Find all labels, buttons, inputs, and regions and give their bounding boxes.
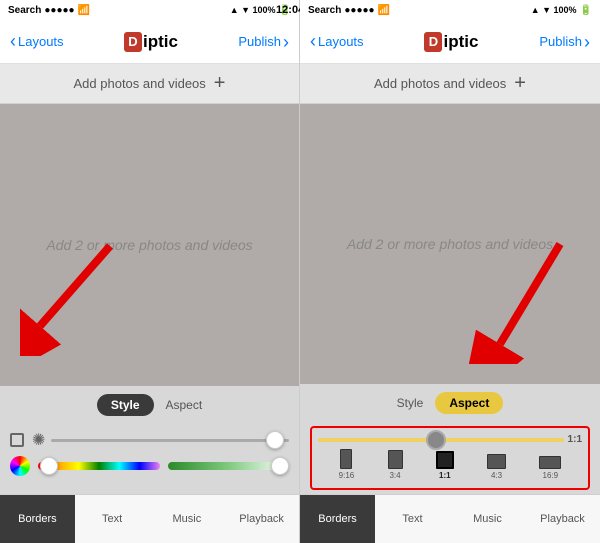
left-border-thickness-icon (10, 433, 24, 447)
left-tab-text[interactable]: Text (75, 495, 150, 543)
left-style-aspect-bar: Style Aspect (0, 386, 299, 424)
right-tab-text[interactable]: Text (375, 495, 450, 543)
right-nav-title: D iptic (424, 32, 478, 52)
left-nav-bar: ‹ Layouts D iptic Publish › (0, 20, 299, 64)
left-saturation-thumb[interactable] (271, 457, 289, 475)
right-aspect-169[interactable]: 16:9 (539, 456, 561, 480)
right-signal: ●●●●● (344, 5, 374, 16)
left-color-wheel-icon[interactable] (10, 456, 30, 476)
left-wifi: 📶 (78, 5, 90, 16)
left-add-photos-text: Add photos and videos (74, 76, 206, 91)
left-diptic-name: iptic (143, 32, 178, 52)
right-aspect-highlight-box: 1:1 9:16 3:4 1:1 (310, 426, 590, 490)
left-red-arrow (20, 236, 140, 356)
right-controls-area: 1:1 9:16 3:4 1:1 (300, 422, 600, 494)
left-canvas-placeholder: Add 2 or more photos and videos (46, 237, 252, 253)
right-aspect-43[interactable]: 4:3 (487, 454, 506, 480)
right-publish-arrow-icon: › (584, 33, 590, 51)
left-status-bar: Search ●●●●● 📶 12:04 AM ▲ ▼ 100% 🔋 (0, 0, 299, 20)
right-add-photos-plus-icon: + (514, 72, 526, 95)
right-aspect-916-icon (340, 449, 352, 469)
left-brightness-thumb[interactable] (266, 431, 284, 449)
left-brightness-track[interactable] (51, 439, 289, 442)
right-aspect-11-icon (436, 451, 454, 469)
right-canvas-area: Add 2 or more photos and videos (300, 104, 600, 384)
right-status-left: Search ●●●●● 📶 (308, 5, 390, 16)
left-tab-music[interactable]: Music (150, 495, 225, 543)
right-aspect-markers: 9:16 3:4 1:1 4:3 (314, 445, 586, 482)
right-back-button[interactable]: ‹ Layouts (310, 33, 364, 50)
right-status-right: ▲ ▼ 100% 🔋 (531, 5, 592, 16)
right-aspect-11[interactable]: 1:1 (436, 451, 454, 480)
left-brightness-slider-container: ✺ (32, 430, 289, 450)
right-aspect-34-icon (388, 450, 403, 469)
right-battery-icon: 🔋 (580, 5, 592, 16)
right-back-arrow-icon: ‹ (310, 32, 316, 50)
right-bottom-tabs: Borders Text Music Playback (300, 494, 600, 543)
right-diptic-name: iptic (443, 32, 478, 52)
right-aspect-169-label: 16:9 (543, 471, 559, 480)
right-back-label: Layouts (318, 34, 364, 49)
left-controls-area: ✺ (0, 424, 299, 494)
left-canvas-area: Add 2 or more photos and videos (0, 104, 299, 386)
left-back-arrow-icon: ‹ (10, 32, 16, 50)
right-aspect-ratio-value: 1:1 (568, 434, 582, 445)
right-aspect-11-label: 1:1 (439, 471, 451, 480)
right-tab-playback[interactable]: Playback (525, 495, 600, 543)
left-back-button[interactable]: ‹ Layouts (10, 33, 64, 50)
left-sun-icon: ✺ (32, 430, 45, 450)
right-signal-icons: ▲ ▼ 100% (531, 5, 577, 15)
left-brightness-row: ✺ (10, 430, 289, 450)
right-style-aspect-bar: Style Aspect (300, 384, 600, 422)
right-aspect-169-icon (539, 456, 561, 469)
right-carrier: Search (308, 5, 341, 16)
left-signal: ●●●●● (44, 5, 74, 16)
right-phone-panel: Search ●●●●● 📶 12:04 AM ▲ ▼ 100% 🔋 ‹ Lay… (300, 0, 600, 543)
left-publish-button[interactable]: Publish › (238, 33, 289, 51)
right-aspect-slider-row: 1:1 (314, 432, 586, 445)
left-saturation-slider[interactable] (168, 462, 290, 470)
right-aspect-track[interactable] (318, 438, 564, 442)
right-aspect-43-label: 4:3 (491, 471, 502, 480)
right-tab-music[interactable]: Music (450, 495, 525, 543)
right-tab-borders[interactable]: Borders (300, 495, 375, 543)
right-aspect-43-icon (487, 454, 506, 469)
left-tab-borders[interactable]: Borders (0, 495, 75, 543)
left-add-photos-bar[interactable]: Add photos and videos + (0, 64, 299, 104)
right-aspect-916-label: 9:16 (339, 471, 355, 480)
right-publish-label: Publish (539, 34, 582, 49)
left-status-left: Search ●●●●● 📶 (8, 5, 90, 16)
right-status-bar: Search ●●●●● 📶 12:04 AM ▲ ▼ 100% 🔋 (300, 0, 600, 20)
left-back-label: Layouts (18, 34, 64, 49)
right-style-tab[interactable]: Style (397, 396, 424, 410)
right-diptic-d-logo: D (424, 32, 442, 52)
left-publish-label: Publish (238, 34, 281, 49)
right-aspect-tab[interactable]: Aspect (435, 392, 503, 414)
right-red-arrow (450, 234, 590, 364)
right-aspect-thumb[interactable] (426, 430, 446, 450)
left-tab-playback[interactable]: Playback (224, 495, 299, 543)
left-publish-arrow-icon: › (283, 33, 289, 51)
left-diptic-d-logo: D (124, 32, 142, 52)
left-add-photos-plus-icon: + (214, 72, 226, 95)
right-add-photos-text: Add photos and videos (374, 76, 506, 91)
right-canvas-placeholder: Add 2 or more photos and videos (347, 236, 553, 252)
left-carrier: Search (8, 5, 41, 16)
right-nav-bar: ‹ Layouts D iptic Publish › (300, 20, 600, 64)
left-bottom-tabs: Borders Text Music Playback (0, 494, 299, 543)
left-nav-title: D iptic (124, 32, 178, 52)
left-style-tab[interactable]: Style (97, 394, 154, 416)
right-add-photos-bar[interactable]: Add photos and videos + (300, 64, 600, 104)
right-aspect-34[interactable]: 3:4 (388, 450, 403, 480)
left-color-thumb[interactable] (40, 457, 58, 475)
left-phone-panel: Search ●●●●● 📶 12:04 AM ▲ ▼ 100% 🔋 ‹ Lay… (0, 0, 300, 543)
left-color-slider[interactable] (38, 462, 160, 470)
right-publish-button[interactable]: Publish › (539, 33, 590, 51)
right-aspect-916[interactable]: 9:16 (339, 449, 355, 480)
left-color-row (10, 456, 289, 476)
left-aspect-tab[interactable]: Aspect (166, 398, 203, 412)
right-aspect-34-label: 3:4 (389, 471, 400, 480)
left-signal-icons: ▲ ▼ 100% (230, 5, 276, 15)
right-wifi: 📶 (378, 5, 390, 16)
